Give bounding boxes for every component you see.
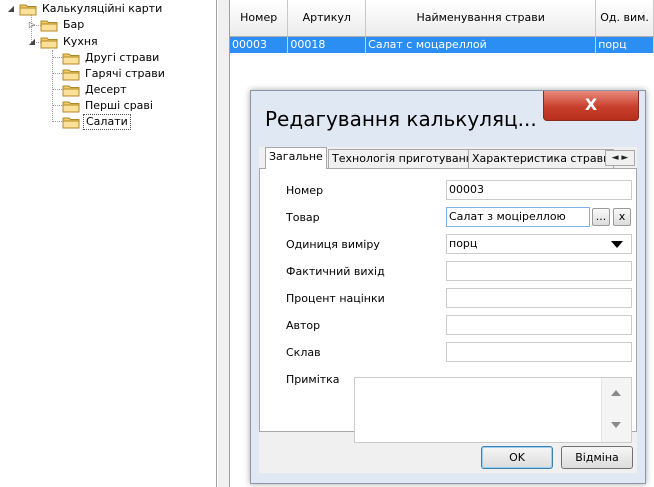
browse-product-button[interactable]: ... bbox=[592, 208, 610, 226]
note-textarea[interactable] bbox=[354, 377, 632, 443]
cell-number[interactable]: 00003 bbox=[230, 36, 289, 53]
tab-page-general: Номер 00003 Товар Салат з моціреллою ...… bbox=[259, 168, 637, 443]
collapse-arrow-icon[interactable]: ◢ bbox=[6, 1, 16, 17]
product-label: Товар bbox=[286, 211, 320, 224]
markup-percent-label: Процент націнки bbox=[286, 292, 385, 305]
tree-line bbox=[52, 89, 62, 90]
folder-open-icon bbox=[40, 37, 58, 49]
composed-by-label: Склав bbox=[286, 346, 321, 359]
expand-arrow-icon[interactable]: ▷ bbox=[27, 17, 37, 33]
tab-cooking-technology[interactable]: Технологія приготування bbox=[328, 149, 484, 168]
tree-node-label: Десерт bbox=[85, 83, 127, 96]
cell-dish-name[interactable]: Салат с моцареллой bbox=[365, 36, 597, 53]
tree-node-label: Перші сраві bbox=[85, 99, 153, 112]
tree-line bbox=[52, 73, 62, 74]
tree-node-label: Салати bbox=[83, 114, 131, 130]
table-row[interactable]: 00003 00018 Салат с моцареллой порц bbox=[230, 36, 654, 53]
close-icon: X bbox=[584, 95, 598, 114]
dropdown-arrow-icon[interactable] bbox=[611, 241, 623, 248]
folder-icon bbox=[62, 53, 80, 65]
product-field[interactable]: Салат з моціреллою bbox=[446, 207, 590, 227]
cell-article[interactable]: 00018 bbox=[287, 36, 367, 53]
composed-by-field[interactable] bbox=[446, 342, 632, 362]
tree-line bbox=[52, 121, 62, 122]
actual-output-label: Фактичний вихід bbox=[286, 265, 385, 278]
unit-select-value: порц bbox=[449, 237, 478, 250]
collapse-arrow-icon[interactable]: ◢ bbox=[27, 34, 37, 50]
tab-dish-characteristics[interactable]: Характеристика страви bbox=[468, 149, 615, 168]
folder-icon bbox=[62, 101, 80, 113]
tree-line bbox=[52, 105, 62, 106]
tab-scroll-arrows-icon[interactable]: ◄ ► bbox=[605, 150, 635, 166]
splitter[interactable] bbox=[218, 0, 229, 487]
folder-icon bbox=[40, 20, 58, 32]
author-field[interactable] bbox=[446, 315, 632, 335]
column-header-unit[interactable]: Од. вим. bbox=[595, 0, 654, 37]
dialog-title: Редагування калькуляц... bbox=[265, 107, 537, 131]
tree-node-label: Гарячі страви bbox=[85, 67, 165, 80]
note-label: Примітка bbox=[286, 373, 340, 386]
actual-output-field[interactable] bbox=[446, 261, 632, 281]
tree-line bbox=[52, 57, 62, 58]
number-label: Номер bbox=[286, 184, 324, 197]
scroll-down-arrow-icon[interactable] bbox=[611, 422, 621, 428]
folder-icon bbox=[62, 69, 80, 81]
cell-unit[interactable]: порц bbox=[595, 36, 654, 53]
folder-open-icon bbox=[19, 4, 37, 16]
column-header-number[interactable]: Номер bbox=[230, 0, 289, 37]
tree-node-label: Другі страви bbox=[85, 51, 160, 64]
column-header-dish-name[interactable]: Найменування страви bbox=[365, 0, 597, 37]
tree-panel: ◢ Калькуляційні карти ▷ Бар ◢ Кухня Друг… bbox=[0, 0, 217, 487]
clear-product-button[interactable]: x bbox=[613, 208, 631, 226]
cancel-button[interactable]: Відміна bbox=[561, 446, 633, 469]
scroll-up-arrow-icon[interactable] bbox=[611, 390, 621, 396]
number-field[interactable]: 00003 bbox=[446, 180, 632, 200]
folder-icon bbox=[62, 85, 80, 97]
note-scrollbar[interactable] bbox=[601, 378, 631, 442]
dishes-table: Номер Артикул Найменування страви Од. ви… bbox=[230, 0, 654, 53]
tree-node-label: Кухня bbox=[63, 35, 98, 48]
tree-node-label: Калькуляційні карти bbox=[42, 2, 163, 15]
edit-costing-dialog: Редагування калькуляц... X Загальне Техн… bbox=[250, 90, 646, 484]
unit-label: Одиниця виміру bbox=[286, 238, 380, 251]
unit-select[interactable]: порц bbox=[446, 234, 632, 254]
table-header-row: Номер Артикул Найменування страви Од. ви… bbox=[230, 0, 654, 37]
dialog-body: Загальне Технологія приготування Характе… bbox=[259, 147, 637, 473]
ok-button[interactable]: OK bbox=[481, 446, 553, 469]
folder-icon bbox=[62, 117, 80, 129]
column-header-article[interactable]: Артикул bbox=[287, 0, 367, 37]
tree-line bbox=[52, 50, 53, 122]
close-button[interactable]: X bbox=[543, 91, 639, 121]
tab-general[interactable]: Загальне bbox=[265, 147, 327, 169]
tree-node-label: Бар bbox=[63, 18, 85, 31]
author-label: Автор bbox=[286, 319, 321, 332]
markup-percent-field[interactable] bbox=[446, 288, 632, 308]
